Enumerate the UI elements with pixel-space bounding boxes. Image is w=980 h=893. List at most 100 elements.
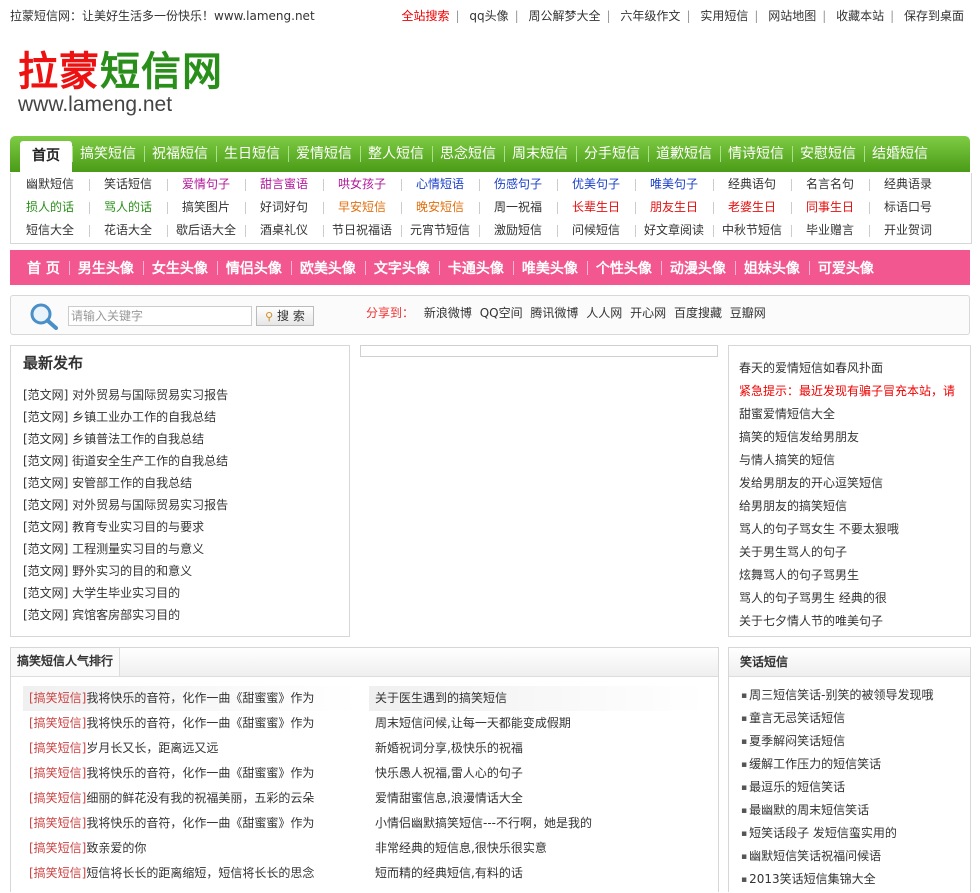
list-item[interactable]: 夏季解闷笑话短信 <box>741 730 933 753</box>
list-item[interactable]: 2013笑话短信集锦大全 <box>741 868 933 891</box>
share-renren[interactable]: 人人网 <box>586 306 622 320</box>
list-item[interactable]: [范文网] 乡镇普法工作的自我总结 <box>23 428 228 450</box>
top-link-desktop[interactable]: 保存到桌面 <box>904 9 964 23</box>
category-link[interactable]: 早安短信 <box>323 196 401 219</box>
ranking-tag[interactable]: [搞笑短信] <box>29 691 86 705</box>
nav-item[interactable]: 爱情短信 <box>288 136 360 172</box>
category-link[interactable]: 笑话短信 <box>89 173 167 196</box>
list-item[interactable]: 关于七夕情人节的唯美句子 <box>739 610 964 633</box>
list-item[interactable]: [范文网] 大学生毕业实习目的 <box>23 582 228 604</box>
category-link[interactable]: 花语大全 <box>89 219 167 242</box>
list-item[interactable]: [范文网] 对外贸易与国际贸易实习报告 <box>23 384 228 406</box>
list-item[interactable]: [范文网] 教育专业实习目的与要求 <box>23 516 228 538</box>
category-link[interactable]: 经典语录 <box>869 173 947 196</box>
category-link[interactable]: 骂人的话 <box>89 196 167 219</box>
ranking-item[interactable]: 爱情甜蜜信息,浪漫情话大全 <box>369 786 706 811</box>
alert-notice[interactable]: 紧急提示：最近发现有骗子冒充本站，请 <box>739 380 964 403</box>
ranking-tag[interactable]: [搞笑短信] <box>29 791 86 805</box>
list-item[interactable]: 幽默短信笑话祝福问候语 <box>741 845 933 868</box>
list-item[interactable]: 周三短信笑话-别笑的被领导发现哦 <box>741 684 933 707</box>
avatar-nav-item[interactable]: 情侣头像 <box>216 258 291 278</box>
top-link-sms[interactable]: 实用短信 <box>700 9 748 23</box>
nav-item[interactable]: 整人短信 <box>360 136 432 172</box>
ranking-item[interactable]: 快乐愚人祝福,雷人心的句子 <box>369 761 706 786</box>
nav-item[interactable]: 道歉短信 <box>648 136 720 172</box>
ranking-item[interactable]: 新婚祝词分享,极快乐的祝福 <box>369 736 706 761</box>
category-link[interactable]: 经典语句 <box>713 173 791 196</box>
nav-item[interactable]: 思念短信 <box>432 136 504 172</box>
ranking-item[interactable]: 关于医生遇到的搞笑短信 <box>369 686 706 711</box>
site-logo[interactable]: 拉蒙短信网 www.lameng.net <box>18 50 223 118</box>
list-item[interactable]: 甜蜜爱情短信大全 <box>739 403 964 426</box>
ranking-item[interactable]: [搞笑短信]我将快乐的音符，化作一曲《甜蜜蜜》作为 <box>23 711 360 736</box>
category-link[interactable]: 晚安短信 <box>401 196 479 219</box>
category-link[interactable]: 标语口号 <box>869 196 947 219</box>
list-item[interactable]: 炫舞骂人的句子骂男生 <box>739 564 964 587</box>
ranking-tag[interactable]: [搞笑短信] <box>29 766 86 780</box>
nav-item[interactable]: 安慰短信 <box>792 136 864 172</box>
nav-item[interactable]: 祝福短信 <box>144 136 216 172</box>
category-link[interactable]: 好文章阅读 <box>635 219 713 242</box>
list-item[interactable]: 搞笑的短信发给男朋友 <box>739 426 964 449</box>
category-link[interactable]: 中秋节短信 <box>713 219 791 242</box>
list-item[interactable]: 与情人搞笑的短信 <box>739 449 964 472</box>
category-link[interactable]: 激励短信 <box>479 219 557 242</box>
category-link[interactable]: 周一祝福 <box>479 196 557 219</box>
category-link[interactable]: 甜言蜜语 <box>245 173 323 196</box>
list-item[interactable]: [范文网] 对外贸易与国际贸易实习报告 <box>23 494 228 516</box>
category-link[interactable]: 元宵节短信 <box>401 219 479 242</box>
list-item[interactable]: [范文网] 安管部工作的自我总结 <box>23 472 228 494</box>
share-tencent-weibo[interactable]: 腾讯微博 <box>530 306 578 320</box>
list-item[interactable]: [范文网] 街道安全生产工作的自我总结 <box>23 450 228 472</box>
nav-item[interactable]: 生日短信 <box>216 136 288 172</box>
avatar-nav-item[interactable]: 文字头像 <box>364 258 439 278</box>
ranking-item[interactable]: [搞笑短信]短信将长长的距离缩短，短信将长长的思念 <box>23 861 360 886</box>
list-item[interactable]: [范文网] 乡镇工业办工作的自我总结 <box>23 406 228 428</box>
nav-item[interactable]: 情诗短信 <box>720 136 792 172</box>
ranking-tag[interactable]: [搞笑短信] <box>29 741 86 755</box>
avatar-nav-item[interactable]: 女生头像 <box>142 258 217 278</box>
avatar-nav-item[interactable]: 姐妹头像 <box>734 258 809 278</box>
avatar-nav-item[interactable]: 可爱头像 <box>808 258 883 278</box>
ranking-item[interactable]: [搞笑短信]我将快乐的音符，化作一曲《甜蜜蜜》作为 <box>23 811 360 836</box>
avatar-nav-item[interactable]: 动漫头像 <box>660 258 735 278</box>
ranking-item[interactable]: 小情侣幽默搞笑短信---不行啊，她是我的 <box>369 811 706 836</box>
category-link[interactable]: 开业贺词 <box>869 219 947 242</box>
search-input[interactable]: 请输入关键字 <box>68 306 252 326</box>
nav-home[interactable]: 首页 <box>20 141 72 172</box>
list-item[interactable]: 关于男生骂人的句子 <box>739 541 964 564</box>
category-link[interactable]: 同事生日 <box>791 196 869 219</box>
list-item[interactable]: 发给男朋友的开心逗笑短信 <box>739 472 964 495</box>
ranking-tag[interactable]: [搞笑短信] <box>29 716 86 730</box>
category-link[interactable]: 朋友生日 <box>635 196 713 219</box>
category-link[interactable]: 损人的话 <box>11 196 89 219</box>
category-link[interactable]: 歇后语大全 <box>167 219 245 242</box>
list-item[interactable]: [范文网] 宾馆客房部实习目的 <box>23 604 228 626</box>
top-link-qq-avatar[interactable]: qq头像 <box>469 9 508 23</box>
category-link[interactable]: 问候短信 <box>557 219 635 242</box>
list-item[interactable]: 童言无忌笑话短信 <box>741 707 933 730</box>
share-qzone[interactable]: QQ空间 <box>480 306 523 320</box>
share-baidu[interactable]: 百度搜藏 <box>674 306 722 320</box>
ranking-tag[interactable]: [搞笑短信] <box>29 841 86 855</box>
category-link[interactable]: 哄女孩子 <box>323 173 401 196</box>
category-link[interactable]: 搞笑图片 <box>167 196 245 219</box>
ranking-item[interactable]: 短而精的经典短信,有料的话 <box>369 861 706 886</box>
category-link[interactable]: 优美句子 <box>557 173 635 196</box>
share-weibo[interactable]: 新浪微博 <box>424 306 472 320</box>
ranking-tag[interactable]: [搞笑短信] <box>29 866 86 880</box>
share-kaixin[interactable]: 开心网 <box>630 306 666 320</box>
nav-item[interactable]: 分手短信 <box>576 136 648 172</box>
list-item[interactable]: [范文网] 野外实习的目的和意义 <box>23 560 228 582</box>
ranking-item[interactable]: [搞笑短信]细丽的鲜花没有我的祝福美丽，五彩的云朵 <box>23 786 360 811</box>
list-item[interactable]: 最幽默的周末短信笑话 <box>741 799 933 822</box>
category-link[interactable]: 名言名句 <box>791 173 869 196</box>
list-item[interactable]: 缓解工作压力的短信笑话 <box>741 753 933 776</box>
ranking-item[interactable]: [搞笑短信]我将快乐的音符，化作一曲《甜蜜蜜》作为 <box>23 761 360 786</box>
avatar-nav-item[interactable]: 男生头像 <box>68 258 143 278</box>
avatar-nav-item[interactable]: 卡通头像 <box>438 258 513 278</box>
avatar-nav-item[interactable]: 欧美头像 <box>290 258 365 278</box>
category-link[interactable]: 毕业赠言 <box>791 219 869 242</box>
list-item[interactable]: 短笑话段子 发短信蛮实用的 <box>741 822 933 845</box>
search-button[interactable]: ⚲ 搜 索 <box>256 306 314 326</box>
